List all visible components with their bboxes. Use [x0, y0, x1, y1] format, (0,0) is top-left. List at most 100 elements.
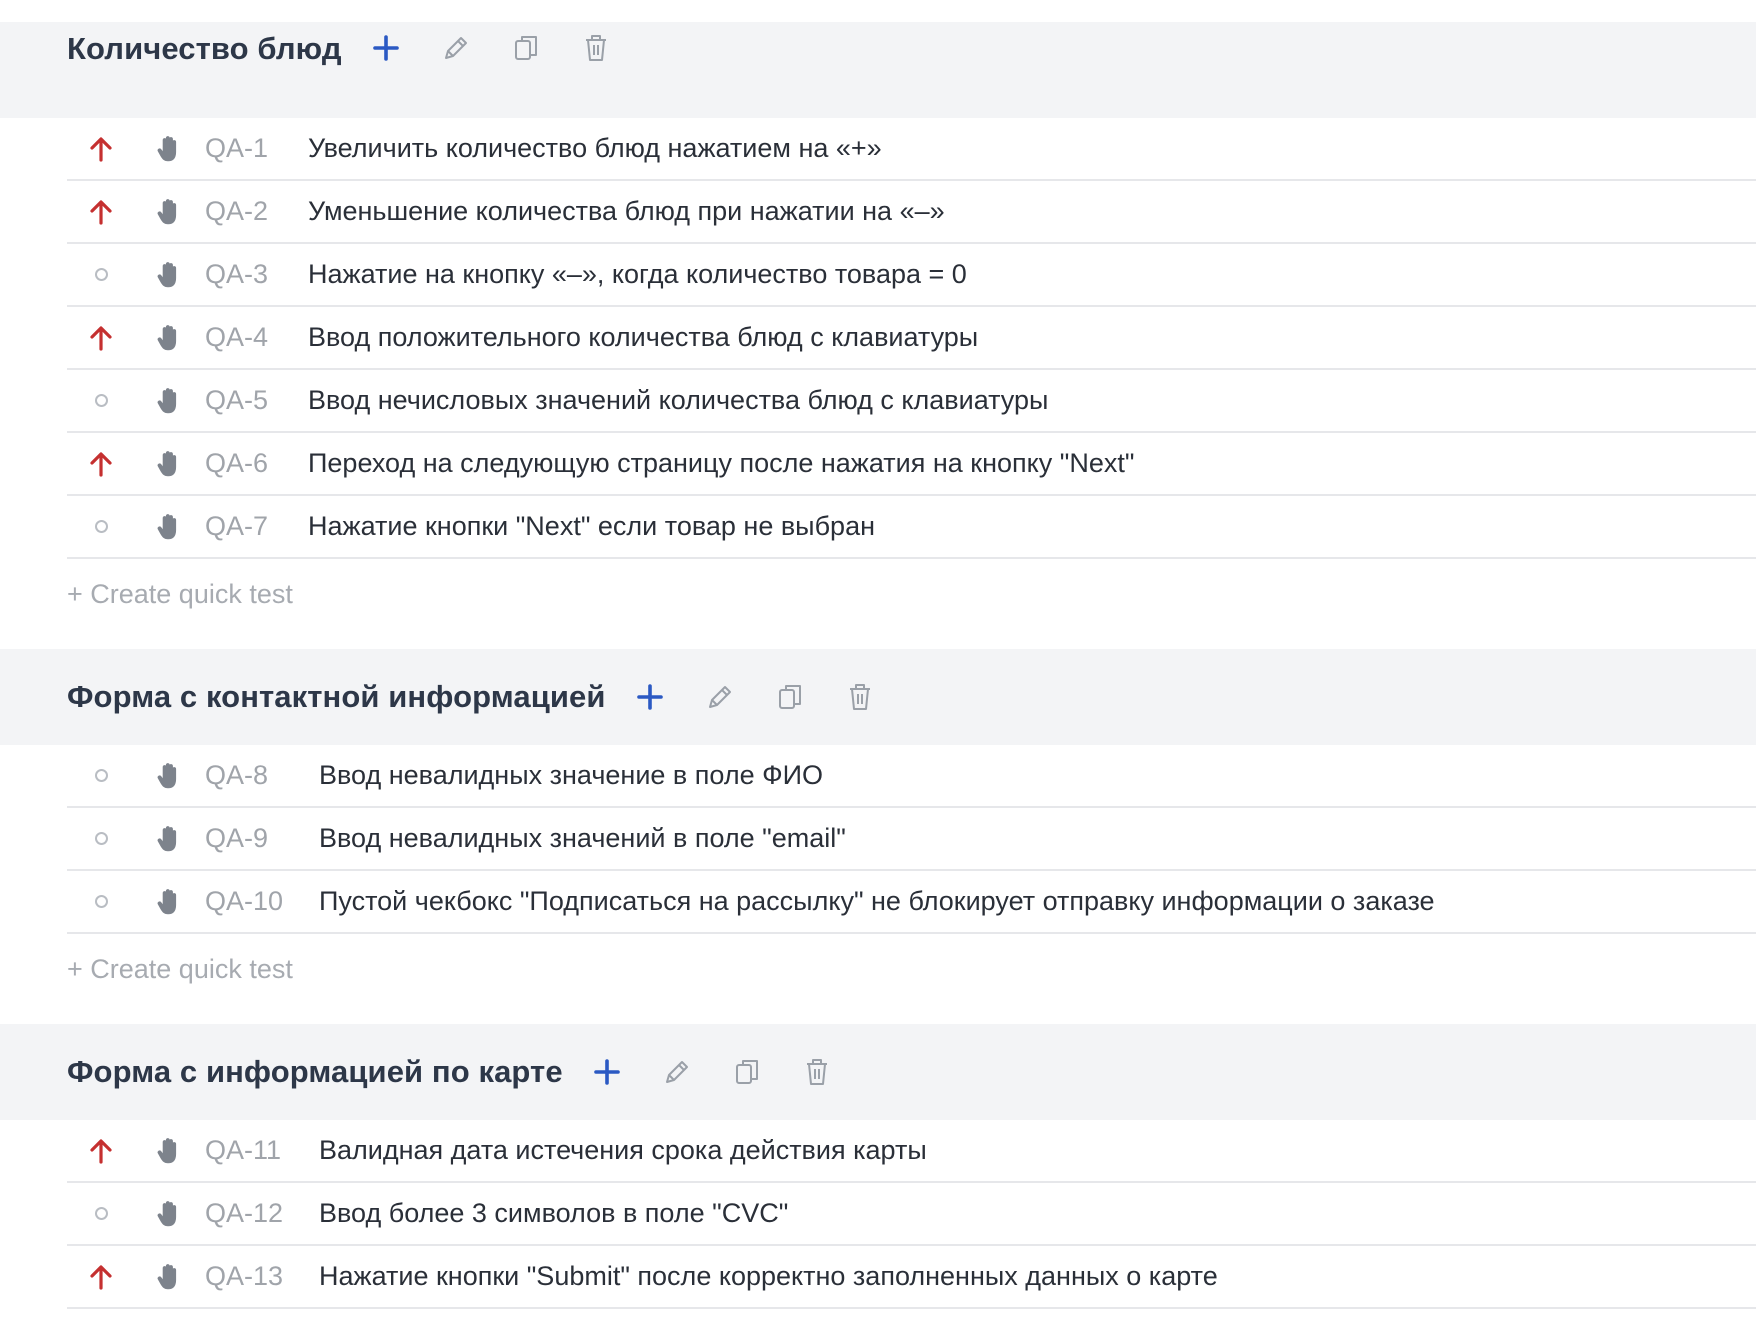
test-row[interactable]: QA-3 Нажатие на кнопку «–», когда количе…	[67, 244, 1756, 307]
priority-normal	[67, 769, 135, 782]
test-id: QA-6	[205, 448, 269, 478]
test-title[interactable]: Уменьшение количества блюд при нажатии н…	[308, 196, 945, 227]
manual-type	[135, 1137, 203, 1165]
test-id: QA-13	[205, 1261, 284, 1291]
test-id: QA-9	[205, 823, 269, 853]
suite-title[interactable]: Форма с информацией по карте	[67, 1054, 563, 1090]
trash-icon	[585, 35, 606, 61]
hand-icon	[157, 888, 177, 914]
test-row[interactable]: QA-12 Ввод более 3 символов в поле "CVC"	[67, 1183, 1756, 1246]
circle-icon	[94, 1207, 108, 1220]
test-row[interactable]: QA-7 Нажатие кнопки "Next" если товар не…	[67, 496, 1756, 559]
test-title[interactable]: Валидная дата истечения срока действия к…	[319, 1135, 927, 1166]
add-test-button[interactable]	[591, 1055, 623, 1089]
test-title[interactable]: Переход на следующую страницу после нажа…	[308, 448, 1134, 479]
add-test-button[interactable]	[370, 31, 402, 65]
clone-suite-button[interactable]	[510, 31, 542, 65]
test-title[interactable]: Ввод невалидных значение в поле ФИО	[319, 760, 823, 791]
priority-normal	[67, 520, 135, 533]
hand-icon	[157, 1200, 177, 1226]
test-title[interactable]: Ввод невалидных значений в поле "email"	[319, 823, 846, 854]
test-list: QA-1 Увеличить количество блюд нажатием …	[0, 118, 1756, 559]
test-row[interactable]: QA-8 Ввод невалидных значение в поле ФИО	[67, 745, 1756, 808]
pencil-icon	[665, 1061, 688, 1083]
circle-icon	[94, 394, 108, 407]
delete-suite-button[interactable]	[844, 680, 876, 714]
test-title[interactable]: Нажатие кнопки "Submit" после корректно …	[319, 1261, 1218, 1292]
plus-icon	[372, 35, 399, 61]
hand-icon	[157, 825, 177, 851]
manual-type	[135, 198, 203, 226]
manual-type	[135, 324, 203, 352]
create-quick-test-link[interactable]: + Create quick test	[67, 579, 293, 610]
edit-suite-button[interactable]	[440, 31, 472, 65]
circle-icon	[94, 769, 108, 782]
suite-header: Количество блюд	[0, 22, 1756, 118]
test-title[interactable]: Ввод нечисловых значений количества блюд…	[308, 385, 1048, 416]
hand-icon	[157, 324, 177, 350]
suite-header: Форма с контактной информацией	[0, 649, 1756, 745]
test-title[interactable]: Пустой чекбокс "Подписаться на рассылку"…	[319, 886, 1435, 917]
arrow-up-icon	[90, 451, 112, 477]
plus-icon	[636, 684, 663, 710]
hand-icon	[157, 1137, 177, 1163]
suite-actions	[591, 1055, 833, 1089]
arrow-up-icon	[90, 199, 112, 225]
create-quick-test-link[interactable]: + Create quick test	[67, 954, 293, 985]
clone-suite-button[interactable]	[731, 1055, 763, 1089]
test-row[interactable]: QA-1 Увеличить количество блюд нажатием …	[67, 118, 1756, 181]
suite-title[interactable]: Количество блюд	[67, 31, 342, 67]
copy-icon	[514, 36, 537, 60]
test-row[interactable]: QA-13 Нажатие кнопки "Submit" после корр…	[67, 1246, 1756, 1309]
test-row[interactable]: QA-11 Валидная дата истечения срока дейс…	[67, 1120, 1756, 1183]
test-list: QA-11 Валидная дата истечения срока дейс…	[0, 1120, 1756, 1309]
test-title[interactable]: Ввод положительного количества блюд с кл…	[308, 322, 978, 353]
test-repository: Количество блюд QA-1 Увеличить количеств…	[0, 0, 1756, 1309]
trash-icon	[806, 1059, 827, 1085]
test-id: QA-7	[205, 511, 269, 541]
arrow-up-icon	[90, 1138, 112, 1164]
manual-type	[135, 888, 203, 916]
manual-type	[135, 1200, 203, 1228]
test-row[interactable]: QA-2 Уменьшение количества блюд при нажа…	[67, 181, 1756, 244]
plus-icon	[593, 1059, 620, 1085]
hand-icon	[157, 198, 177, 224]
clone-suite-button[interactable]	[774, 680, 806, 714]
delete-suite-button[interactable]	[801, 1055, 833, 1089]
edit-suite-button[interactable]	[661, 1055, 693, 1089]
suite-actions	[634, 680, 876, 714]
priority-normal	[67, 394, 135, 407]
test-title[interactable]: Ввод более 3 символов в поле "CVC"	[319, 1198, 788, 1229]
priority-normal	[67, 832, 135, 845]
arrow-up-icon	[90, 325, 112, 351]
edit-suite-button[interactable]	[704, 680, 736, 714]
suite-title[interactable]: Форма с контактной информацией	[67, 679, 606, 715]
test-id: QA-2	[205, 196, 269, 226]
manual-type	[135, 387, 203, 415]
test-title[interactable]: Нажатие кнопки "Next" если товар не выбр…	[308, 511, 875, 542]
test-title[interactable]: Нажатие на кнопку «–», когда количество …	[308, 259, 967, 290]
priority-high	[67, 325, 135, 351]
test-id: QA-11	[205, 1135, 282, 1165]
hand-icon	[157, 450, 177, 476]
test-row[interactable]: QA-5 Ввод нечисловых значений количества…	[67, 370, 1756, 433]
test-row[interactable]: QA-6 Переход на следующую страницу после…	[67, 433, 1756, 496]
hand-icon	[157, 387, 177, 413]
hand-icon	[157, 261, 177, 287]
suite-section: Форма с контактной информацией QA-8 Ввод…	[0, 649, 1756, 1024]
suite-header: Форма с информацией по карте	[0, 1024, 1756, 1120]
circle-icon	[94, 895, 108, 908]
add-test-button[interactable]	[634, 680, 666, 714]
suite-section: Форма с информацией по карте QA-11 Валид…	[0, 1024, 1756, 1309]
test-row[interactable]: QA-9 Ввод невалидных значений в поле "em…	[67, 808, 1756, 871]
test-row[interactable]: QA-10 Пустой чекбокс "Подписаться на рас…	[67, 871, 1756, 934]
arrow-up-icon	[90, 1264, 112, 1290]
hand-icon	[157, 513, 177, 539]
copy-icon	[778, 685, 801, 709]
test-row[interactable]: QA-4 Ввод положительного количества блюд…	[67, 307, 1756, 370]
manual-type	[135, 261, 203, 289]
test-title[interactable]: Увеличить количество блюд нажатием на «+…	[308, 133, 882, 164]
hand-icon	[157, 762, 177, 788]
priority-high	[67, 1264, 135, 1290]
delete-suite-button[interactable]	[580, 31, 612, 65]
